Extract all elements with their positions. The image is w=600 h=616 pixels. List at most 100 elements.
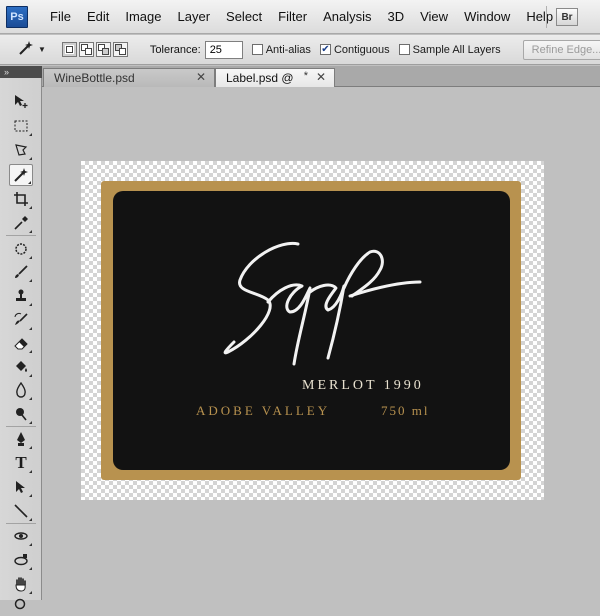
toolbox: T <box>0 78 42 610</box>
anti-alias-checkbox[interactable]: Anti-alias <box>251 43 311 56</box>
menu-filter[interactable]: Filter <box>270 9 315 24</box>
tool-preset-picker[interactable]: ▼ <box>18 39 46 61</box>
chevron-down-icon: ▼ <box>38 45 46 54</box>
zoom-tool[interactable] <box>9 594 33 616</box>
history-brush-tool[interactable] <box>9 309 33 331</box>
3d-rotate-icon <box>14 532 28 540</box>
menu-analysis[interactable]: Analysis <box>315 9 379 24</box>
line-tool[interactable] <box>9 500 33 522</box>
spot-healing-icon <box>15 243 27 255</box>
eyedropper-icon <box>14 216 28 230</box>
toolbox-divider <box>6 523 36 524</box>
options-bar: ▼ Tolerance: Anti-alias ✔ Contiguous Sam… <box>0 35 600 65</box>
tool-flyout-indicator <box>29 133 32 136</box>
pen-tool[interactable] <box>9 428 33 450</box>
brush-icon <box>15 265 28 278</box>
3d-orbit-tool[interactable] <box>9 549 33 571</box>
tab-winebottle-label: WineBottle.psd <box>54 71 135 85</box>
3d-rotate-tool[interactable] <box>9 525 33 547</box>
menu-3d[interactable]: 3D <box>379 9 412 24</box>
magic-wand-icon <box>18 40 34 59</box>
menu-edit[interactable]: Edit <box>79 9 117 24</box>
menu-help[interactable]: Help <box>518 9 561 24</box>
3d-orbit-icon <box>14 554 28 566</box>
contiguous-checkbox[interactable]: ✔ Contiguous <box>319 44 390 56</box>
intersect-selection-button[interactable] <box>112 42 128 57</box>
add-to-selection-button[interactable] <box>78 42 94 57</box>
modified-indicator: * <box>303 70 308 82</box>
pen-icon <box>17 432 25 446</box>
dodge-tool[interactable] <box>9 403 33 425</box>
checkmark-icon: ✔ <box>319 44 331 55</box>
subtract-from-selection-button[interactable] <box>95 42 111 57</box>
path-selection-icon <box>16 481 25 493</box>
tool-flyout-indicator <box>29 567 32 570</box>
blur-tool[interactable] <box>9 379 33 401</box>
close-icon[interactable]: ✕ <box>196 70 206 84</box>
anti-alias-box <box>251 44 263 55</box>
tool-flyout-indicator <box>29 421 32 424</box>
tool-flyout-indicator <box>29 206 32 209</box>
dodge-icon <box>16 408 27 421</box>
tool-flyout-indicator <box>29 446 32 449</box>
tool-flyout-indicator <box>29 256 32 259</box>
eyedropper-tool[interactable] <box>9 212 33 234</box>
menu-image[interactable]: Image <box>117 9 169 24</box>
menu-select[interactable]: Select <box>218 9 270 24</box>
brush-tool[interactable] <box>9 261 33 283</box>
marquee-tool[interactable] <box>9 115 33 137</box>
crop-tool[interactable] <box>9 188 33 210</box>
toolbox-collapse-toggle[interactable]: » <box>0 66 42 78</box>
menu-file[interactable]: File <box>42 9 79 24</box>
tool-flyout-indicator <box>29 543 32 546</box>
signature-logo <box>223 241 422 366</box>
photoshop-logo[interactable]: Ps <box>6 5 28 28</box>
bridge-button[interactable]: Br <box>556 8 578 26</box>
bottle-volume: 750 ml <box>381 403 430 418</box>
tab-label[interactable]: Label.psd @ * ✕ <box>215 68 335 87</box>
menu-view[interactable]: View <box>412 9 456 24</box>
new-selection-button[interactable] <box>61 42 77 57</box>
tab-winebottle[interactable]: WineBottle.psd ✕ <box>43 68 215 87</box>
tolerance-label: Tolerance: <box>149 43 201 56</box>
tool-flyout-indicator <box>29 230 32 233</box>
vineyard-name: ADOBE VALLEY <box>196 403 331 418</box>
eraser-tool[interactable] <box>9 332 33 354</box>
magic-wand-icon <box>14 168 28 182</box>
path-selection-tool[interactable] <box>9 476 33 498</box>
eraser-icon <box>14 338 28 350</box>
close-icon[interactable]: ✕ <box>316 70 326 84</box>
menu-layer[interactable]: Layer <box>170 9 219 24</box>
type-tool[interactable]: T <box>9 452 33 474</box>
anti-alias-label: Anti-alias <box>265 43 311 56</box>
magic-wand-tool[interactable] <box>9 164 33 186</box>
refine-edge-button[interactable]: Refine Edge... <box>522 39 600 60</box>
tool-flyout-indicator <box>29 470 32 473</box>
tool-flyout-indicator <box>28 181 31 184</box>
tool-flyout-indicator <box>29 518 32 521</box>
hand-icon <box>15 577 26 592</box>
tool-flyout-indicator <box>29 327 32 330</box>
history-brush-icon <box>14 312 28 325</box>
sample-all-layers-box <box>398 44 410 55</box>
paint-bucket-tool[interactable] <box>9 356 33 378</box>
move-icon <box>15 95 28 108</box>
tool-flyout-indicator <box>29 374 32 377</box>
clone-stamp-tool[interactable] <box>9 285 33 307</box>
move-tool[interactable] <box>9 90 33 112</box>
lasso-tool[interactable] <box>9 139 33 161</box>
menu-separator <box>546 6 547 28</box>
wine-name: MERLOT 1990 <box>302 378 424 393</box>
toolbox-divider <box>6 235 36 236</box>
stamp-icon <box>16 289 26 301</box>
sample-all-layers-checkbox[interactable]: Sample All Layers <box>398 43 501 56</box>
sample-all-layers-label: Sample All Layers <box>412 43 501 56</box>
spot-healing-tool[interactable] <box>9 238 33 260</box>
menu-window[interactable]: Window <box>456 9 518 24</box>
line-icon <box>14 504 28 518</box>
type-icon: T <box>15 453 27 472</box>
zoom-icon <box>14 598 26 610</box>
hand-tool[interactable] <box>9 573 33 595</box>
tolerance-input[interactable] <box>204 40 243 59</box>
tool-flyout-indicator <box>29 397 32 400</box>
